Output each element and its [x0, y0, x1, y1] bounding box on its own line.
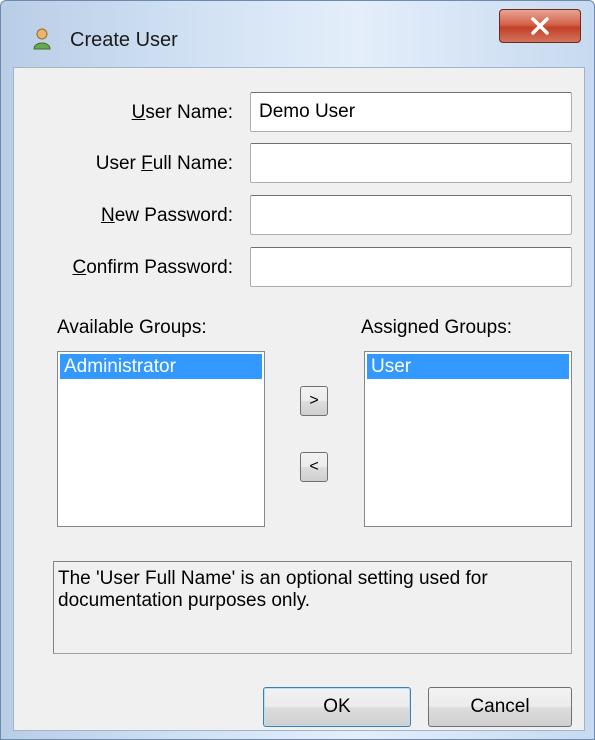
assigned-groups-list[interactable]: User	[364, 351, 572, 527]
assigned-groups-label: Assigned Groups:	[361, 317, 513, 338]
window-title: Create User	[70, 29, 178, 51]
available-groups-list[interactable]: Administrator	[57, 351, 265, 527]
list-item[interactable]: User	[367, 354, 569, 379]
info-text-box: The 'User Full Name' is an optional sett…	[53, 561, 572, 654]
user-full-name-label: User Full Name:	[95, 153, 233, 174]
user-full-name-input[interactable]	[250, 143, 572, 183]
add-group-button[interactable]: >	[300, 386, 328, 416]
new-password-label: New Password:	[100, 205, 233, 226]
confirm-password-label: Confirm Password:	[72, 257, 233, 278]
close-icon	[531, 17, 549, 35]
available-groups-label: Available Groups:	[57, 317, 207, 338]
remove-group-button[interactable]: <	[300, 452, 328, 482]
ok-button[interactable]: OK	[263, 687, 411, 727]
close-button[interactable]	[499, 9, 581, 43]
new-password-input[interactable]	[250, 195, 572, 235]
cancel-button[interactable]: Cancel	[428, 687, 572, 727]
user-name-label: User Name:	[131, 102, 233, 123]
user-name-input[interactable]	[250, 92, 572, 132]
dialog-client-area: User Name: User Full Name: New Password:…	[13, 67, 585, 731]
user-icon	[33, 28, 51, 50]
list-item[interactable]: Administrator	[60, 354, 262, 379]
window-frame: Create User User Name: User Full Name: N…	[0, 0, 595, 740]
title-bar[interactable]: Create User	[1, 1, 595, 51]
confirm-password-input[interactable]	[250, 247, 572, 287]
